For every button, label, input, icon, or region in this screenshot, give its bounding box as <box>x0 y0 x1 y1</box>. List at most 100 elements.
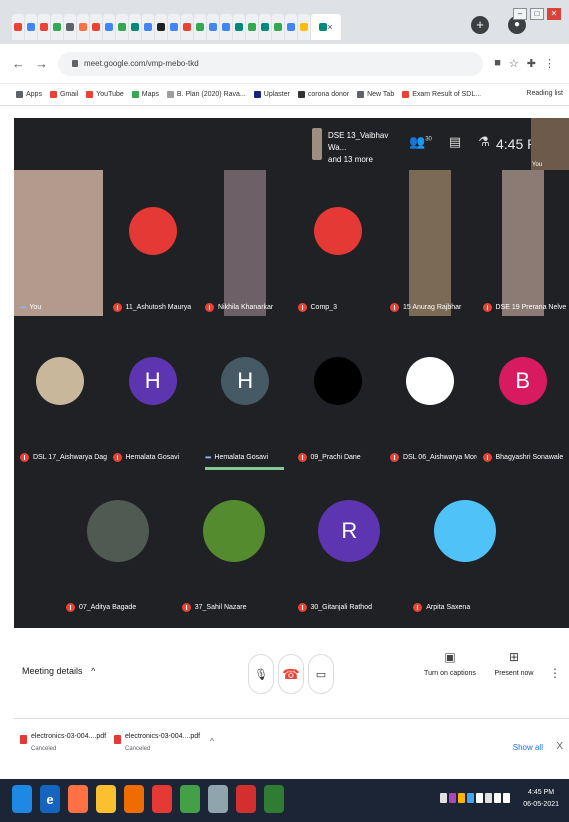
browser-tab[interactable] <box>168 14 180 40</box>
bookmark-label: Gmail <box>59 91 79 98</box>
tray-icon[interactable] <box>494 793 501 803</box>
camera-button[interactable]: ▭ <box>308 654 334 694</box>
browser-tab[interactable] <box>259 14 271 40</box>
participant-tile[interactable]: R 30_Gitanjali Rathod <box>292 470 408 620</box>
present-now-button[interactable]: ⊞ Present now <box>492 650 536 677</box>
activities-icon[interactable]: ⚗ <box>478 134 490 150</box>
browser-tab[interactable] <box>194 14 206 40</box>
browser-tab[interactable] <box>220 14 232 40</box>
participant-tile[interactable]: 11_Ashutosh Maurya <box>107 170 200 320</box>
url-field[interactable]: meet.google.com/vmp-mebo-tkd <box>58 52 483 76</box>
taskbar-app-icon[interactable] <box>68 785 88 813</box>
forward-button[interactable]: → <box>35 56 48 71</box>
close-window-button[interactable]: ✕ <box>547 8 561 20</box>
browser-tab[interactable] <box>233 14 245 40</box>
taskbar-clock[interactable]: 4:45 PM 06-05-2021 <box>523 787 559 811</box>
browser-tab[interactable] <box>298 14 310 40</box>
participant-tile[interactable]: Arpita Saxena <box>407 470 523 620</box>
download-item[interactable]: electronics-03-004....pdf Canceled ^ <box>20 733 120 763</box>
new-tab-button[interactable]: + <box>471 16 489 34</box>
taskbar-app-icon[interactable] <box>236 785 256 813</box>
minimize-button[interactable]: – <box>513 8 527 20</box>
back-button[interactable]: ← <box>12 56 25 71</box>
browser-tab[interactable] <box>64 14 76 40</box>
bookmark-item[interactable]: Maps <box>131 91 159 98</box>
taskbar-app-icon[interactable] <box>96 785 116 813</box>
participant-tile[interactable]: DSE 19 Prerana Nelve <box>477 170 569 320</box>
hang-up-button[interactable]: ☎ <box>278 654 304 694</box>
participant-tile[interactable]: 09_Prachi Dane <box>292 320 385 470</box>
participant-tile[interactable]: B Bhagyashri Sonawale <box>477 320 569 470</box>
bookmark-item[interactable]: YouTube <box>86 91 124 98</box>
tray-icon[interactable] <box>485 793 492 803</box>
taskbar-app-icon[interactable] <box>12 785 32 813</box>
taskbar-app-icon[interactable] <box>124 785 144 813</box>
chevron-up-icon[interactable]: ^ <box>210 737 214 746</box>
taskbar-app-icon[interactable] <box>208 785 228 813</box>
browser-tab[interactable] <box>25 14 37 40</box>
browser-tab[interactable] <box>90 14 102 40</box>
taskbar-app-icon[interactable] <box>152 785 172 813</box>
browser-tab[interactable] <box>155 14 167 40</box>
bookmark-item[interactable]: corona donor <box>297 91 349 98</box>
download-item[interactable]: electronics-03-004....pdf Canceled ^ <box>114 733 214 763</box>
browser-tab[interactable] <box>285 14 297 40</box>
close-tab-icon[interactable]: × <box>327 22 332 32</box>
chat-icon[interactable]: ▤ <box>449 134 461 150</box>
tray-icon[interactable] <box>440 793 447 803</box>
meeting-details-button[interactable]: Meeting details ^ <box>22 666 95 676</box>
browser-tab[interactable] <box>272 14 284 40</box>
participant-tile[interactable]: Nikhila Khanarkar <box>199 170 292 320</box>
browser-tab[interactable] <box>51 14 63 40</box>
self-view-thumbnail[interactable]: You <box>531 118 569 170</box>
taskbar-app-icon[interactable] <box>180 785 200 813</box>
browser-tab[interactable] <box>38 14 50 40</box>
tray-icon[interactable] <box>458 793 465 803</box>
participant-tile[interactable]: H Hemalata Gosavi <box>107 320 200 470</box>
extension-icon[interactable]: ✚ <box>527 57 536 70</box>
participant-tile[interactable]: DSL 17_Aishwarya Dagal <box>14 320 107 470</box>
participant-tile[interactable]: 15 Anurag Rajbhar <box>384 170 477 320</box>
participant-tile[interactable]: Comp_3 <box>292 170 385 320</box>
participant-tile[interactable]: ••• You <box>14 170 107 320</box>
camera-icon[interactable]: ■ <box>494 57 501 70</box>
people-icon[interactable]: 👥30 <box>409 134 432 150</box>
bookmark-item[interactable]: Gmail <box>49 91 79 98</box>
participant-tile[interactable]: 37_Sahil Nazare <box>176 470 292 620</box>
favicon-icon <box>40 23 48 31</box>
close-shelf-button[interactable]: X <box>556 741 563 752</box>
maximize-button[interactable]: □ <box>530 8 544 20</box>
reading-list-button[interactable]: Reading list <box>526 90 563 97</box>
more-options-icon[interactable]: ⋮ <box>549 666 561 680</box>
browser-tab[interactable] <box>12 14 24 40</box>
tray-icon[interactable] <box>449 793 456 803</box>
star-icon[interactable]: ☆ <box>509 57 519 70</box>
tray-icon[interactable] <box>467 793 474 803</box>
browser-tab[interactable] <box>116 14 128 40</box>
browser-tab[interactable] <box>181 14 193 40</box>
browser-tab[interactable] <box>103 14 115 40</box>
bookmark-item[interactable]: Apps <box>16 91 42 98</box>
taskbar-app-icon[interactable]: e <box>40 785 60 813</box>
bookmark-item[interactable]: Exam Result of SDL... <box>402 91 481 98</box>
menu-icon[interactable]: ⋮ <box>544 57 555 70</box>
browser-tab[interactable] <box>77 14 89 40</box>
mic-button[interactable]: 🎙 <box>248 654 274 694</box>
participant-tile[interactable]: H ••• Hemalata Gosavi <box>199 320 292 470</box>
participant-tile[interactable]: 07_Aditya Bagade <box>60 470 176 620</box>
browser-tab[interactable] <box>246 14 258 40</box>
tray-icon[interactable] <box>476 793 483 803</box>
browser-tab[interactable] <box>142 14 154 40</box>
participant-tile[interactable]: DSL 06_Aishwarya More <box>384 320 477 470</box>
browser-tab[interactable] <box>129 14 141 40</box>
tray-icon[interactable] <box>503 793 510 803</box>
captions-button[interactable]: ▣ Turn on captions <box>424 650 476 677</box>
browser-tab[interactable] <box>207 14 219 40</box>
bookmark-item[interactable]: New Tab <box>357 91 394 98</box>
bookmark-item[interactable]: Uplaster <box>253 91 290 98</box>
bookmark-item[interactable]: B. Plan (2020) Rava... <box>166 91 246 98</box>
active-browser-tab[interactable]: × <box>311 14 341 40</box>
favicon-icon <box>92 23 100 31</box>
taskbar-app-icon[interactable] <box>264 785 284 813</box>
show-all-downloads-button[interactable]: Show all <box>513 743 543 752</box>
